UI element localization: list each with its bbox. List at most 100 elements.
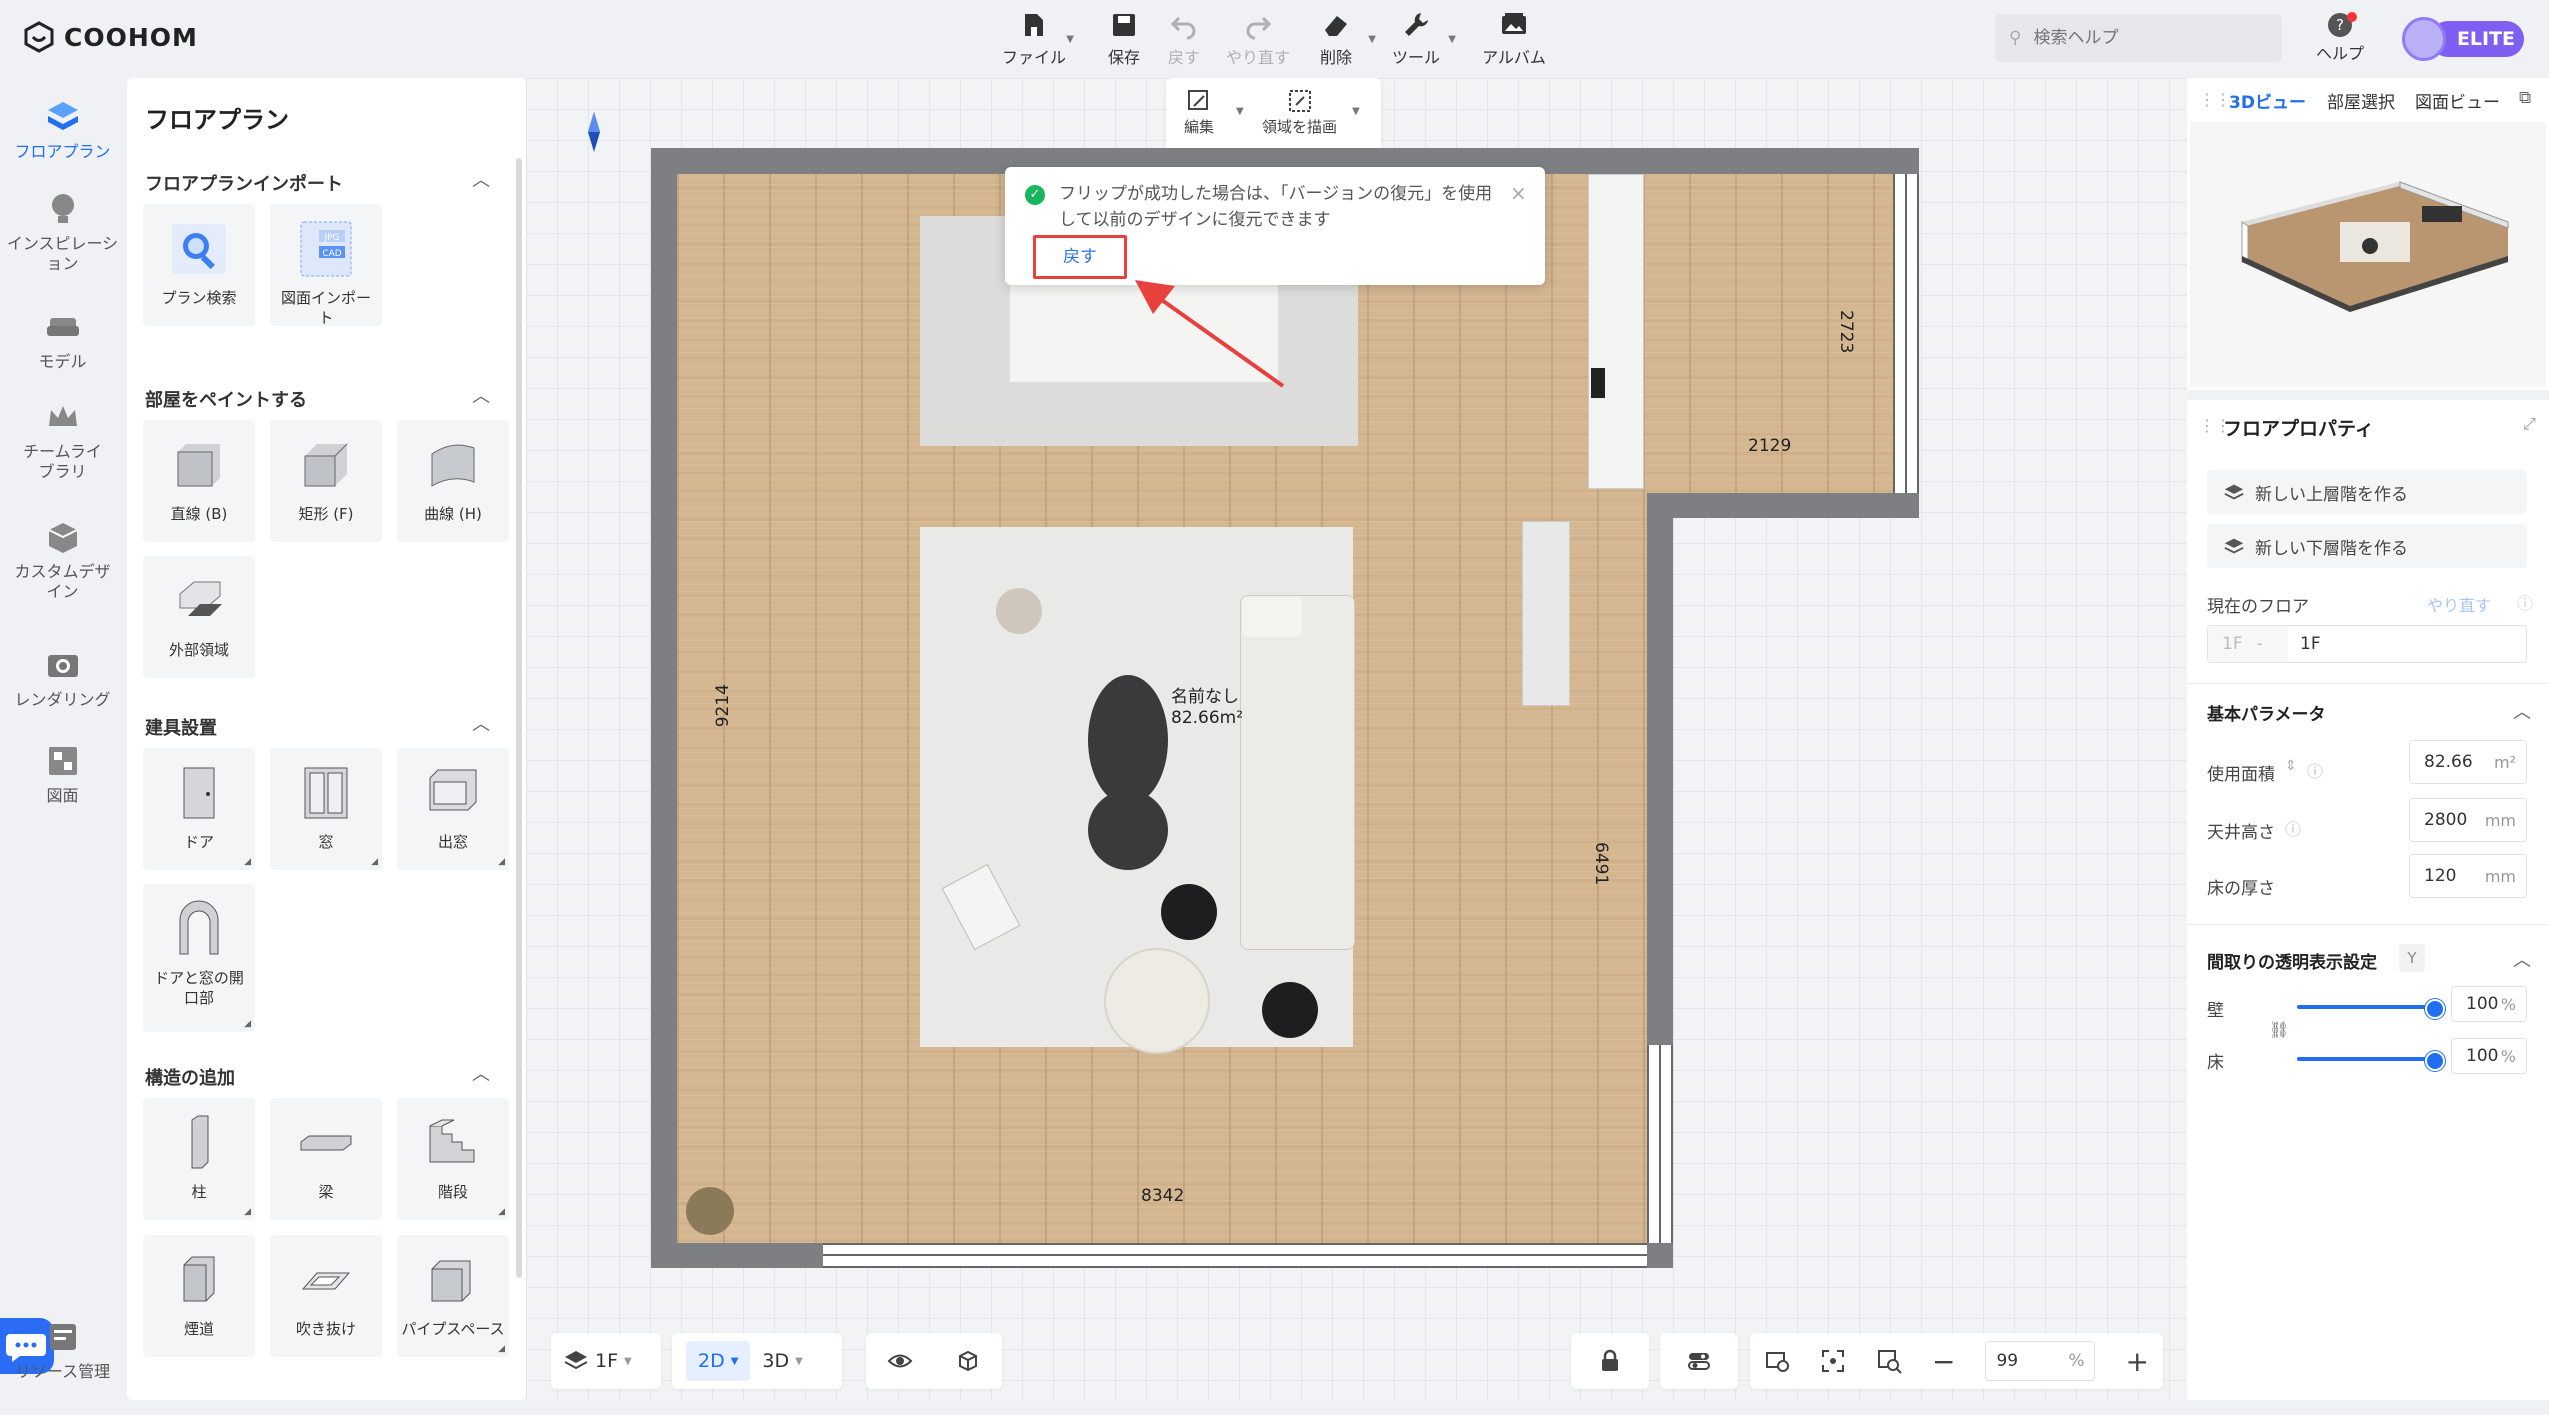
wall-notch[interactable] <box>1647 493 1919 518</box>
side-console[interactable] <box>1522 521 1570 706</box>
ceiling-field[interactable]: 2800 mm <box>2409 798 2527 842</box>
expand-icon[interactable]: ⤢ <box>2523 414 2536 434</box>
tools-button[interactable]: ツール ▼ <box>1380 10 1456 68</box>
help-button[interactable]: ? ヘルプ <box>2305 12 2375 64</box>
line-room-card[interactable]: 直線 (B) <box>143 420 255 542</box>
pipe-space-card[interactable]: パイプスペース ◢ <box>397 1235 509 1357</box>
new-upper-floor-button[interactable]: 新しい上層階を作る <box>2207 470 2527 514</box>
coffee-table-round[interactable] <box>1088 790 1168 870</box>
bay-window-card[interactable]: 出窓 ◢ <box>397 748 509 870</box>
wall-left[interactable] <box>651 148 677 1268</box>
cube-view-icon[interactable] <box>955 1348 981 1374</box>
search-input[interactable] <box>2031 27 2252 49</box>
door-card[interactable]: ドア ◢ <box>143 748 255 870</box>
tab-3d-view[interactable]: 3Dビュー <box>2229 88 2306 113</box>
compass-icon[interactable] <box>588 112 600 152</box>
drag-handle-icon[interactable]: ⋮⋮ <box>2199 90 2231 109</box>
nav-inspiration[interactable]: インスピレーション <box>0 190 125 274</box>
nav-floorplan[interactable]: フロアプラン <box>0 98 125 162</box>
popout-icon[interactable]: ⧉ <box>2519 88 2531 108</box>
sofa[interactable] <box>1240 595 1355 950</box>
new-lower-floor-button[interactable]: 新しい下層階を作る <box>2207 524 2527 568</box>
window-right-upper[interactable] <box>1893 174 1919 493</box>
zoom-area-icon[interactable] <box>1876 1348 1902 1374</box>
zoom-input[interactable]: 99 % <box>1985 1341 2096 1381</box>
help-search[interactable]: ⚲ <box>1995 14 2282 62</box>
floor-selector-button[interactable]: 1F ▼ <box>551 1348 644 1374</box>
curve-room-card[interactable]: 曲線 (H) <box>397 420 509 542</box>
side-table[interactable] <box>1262 982 1318 1038</box>
outer-area-card[interactable]: 外部領域 <box>143 556 255 678</box>
sort-icon[interactable]: ⇕ <box>2285 758 2297 774</box>
side-table[interactable] <box>1161 884 1217 940</box>
3d-preview[interactable] <box>2190 122 2546 387</box>
plan-search-card[interactable]: プラン検索 <box>143 204 255 326</box>
chevron-up-icon[interactable]: ︿ <box>472 166 490 192</box>
floor-opacity-field[interactable]: 100 % <box>2451 1038 2527 1074</box>
panel-scrollbar[interactable] <box>516 158 522 1278</box>
window-bottom[interactable] <box>823 1243 1647 1268</box>
wall-opacity-slider[interactable] <box>2297 999 2445 1019</box>
close-icon[interactable]: × <box>1510 181 1527 205</box>
avatar[interactable] <box>2402 17 2446 61</box>
opening-card[interactable]: ドアと窓の開口部 ◢ <box>143 884 255 1032</box>
floor-thickness-field[interactable]: 120 mm <box>2409 854 2527 898</box>
flue-card[interactable]: 煙道 <box>143 1235 255 1357</box>
view-2d-button[interactable]: 2D ▼ <box>686 1341 751 1381</box>
kitchen-counter[interactable] <box>1588 174 1644 489</box>
chevron-up-icon[interactable]: ︿ <box>472 382 490 408</box>
floor-selector[interactable]: 1F ▼ <box>551 1333 661 1389</box>
logo[interactable]: COOHOM <box>22 20 198 54</box>
room-name[interactable]: 名前なし <box>1171 686 1239 708</box>
coffee-table-oval[interactable] <box>1088 675 1168 805</box>
edit-button[interactable]: 編集 <box>1184 88 1214 137</box>
eye-icon[interactable] <box>887 1348 913 1374</box>
chevron-up-icon[interactable]: ︿ <box>472 710 490 736</box>
redo-link[interactable]: やり直す <box>2427 592 2491 616</box>
draw-area-button[interactable]: 領域を描画 <box>1262 88 1337 137</box>
pouf[interactable] <box>1104 948 1210 1054</box>
tab-room-select[interactable]: 部屋選択 <box>2327 88 2395 113</box>
area-field[interactable]: 82.66 m² <box>2409 740 2527 784</box>
drawing-import-card[interactable]: JPG CAD 図面インポート <box>270 204 382 327</box>
nav-resource-management[interactable]: リソース管理 <box>0 1318 125 1382</box>
kitchen-appliance[interactable] <box>1591 368 1605 398</box>
view-settings-icon[interactable] <box>1764 1348 1790 1374</box>
album-button[interactable]: アルバム <box>1478 10 1550 68</box>
stairs-card[interactable]: 階段 ◢ <box>397 1098 509 1220</box>
lock-icon[interactable] <box>1597 1348 1623 1374</box>
toggle-settings-icon[interactable] <box>1686 1348 1712 1374</box>
delete-button[interactable]: 削除 ▼ <box>1300 10 1376 68</box>
floor-name[interactable]: 1F <box>2288 634 2321 654</box>
void-card[interactable]: 吹き抜け <box>270 1235 382 1357</box>
file-button[interactable]: ファイル ▼ <box>998 10 1074 68</box>
floor-opacity-slider[interactable] <box>2297 1051 2445 1071</box>
nav-custom-design[interactable]: カスタムデザイン <box>0 518 125 602</box>
nav-drawing[interactable]: 図面 <box>0 742 125 806</box>
floor-opacity-slider-track[interactable] <box>2297 1051 2445 1071</box>
nav-rendering[interactable]: レンダリング <box>0 646 125 710</box>
beam-card[interactable]: 梁 <box>270 1098 382 1220</box>
nav-model[interactable]: モデル <box>0 308 125 372</box>
chevron-up-icon[interactable]: ︿ <box>472 1060 490 1086</box>
tab-drawing-view[interactable]: 図面ビュー <box>2415 88 2500 113</box>
undo-button[interactable]: 戻す <box>1148 10 1220 68</box>
lamp[interactable] <box>996 588 1042 634</box>
window-right-lower[interactable] <box>1647 1045 1673 1243</box>
current-floor-field[interactable]: 1F - 1F <box>2207 625 2527 663</box>
link-icon[interactable]: ⛓ <box>2269 1020 2289 1039</box>
window-card[interactable]: 窓 ◢ <box>270 748 382 870</box>
nav-team-library[interactable]: チームライブラリ <box>0 398 125 482</box>
revert-button[interactable]: 戻す <box>1033 235 1127 279</box>
wall-opacity-field[interactable]: 100 % <box>2451 986 2527 1022</box>
redo-button[interactable]: やり直す <box>1222 10 1294 68</box>
fit-screen-icon[interactable] <box>1820 1348 1846 1374</box>
zoom-out-button[interactable]: − <box>1932 1345 1955 1378</box>
chevron-up-icon[interactable]: ︿ <box>2513 946 2531 972</box>
chevron-up-icon[interactable]: ︿ <box>2513 698 2531 724</box>
zoom-in-button[interactable]: + <box>2125 1345 2148 1378</box>
plant[interactable] <box>686 1187 734 1235</box>
rect-room-card[interactable]: 矩形 (F) <box>270 420 382 542</box>
column-card[interactable]: 柱 ◢ <box>143 1098 255 1220</box>
wall-opacity-slider-track[interactable] <box>2297 999 2445 1019</box>
